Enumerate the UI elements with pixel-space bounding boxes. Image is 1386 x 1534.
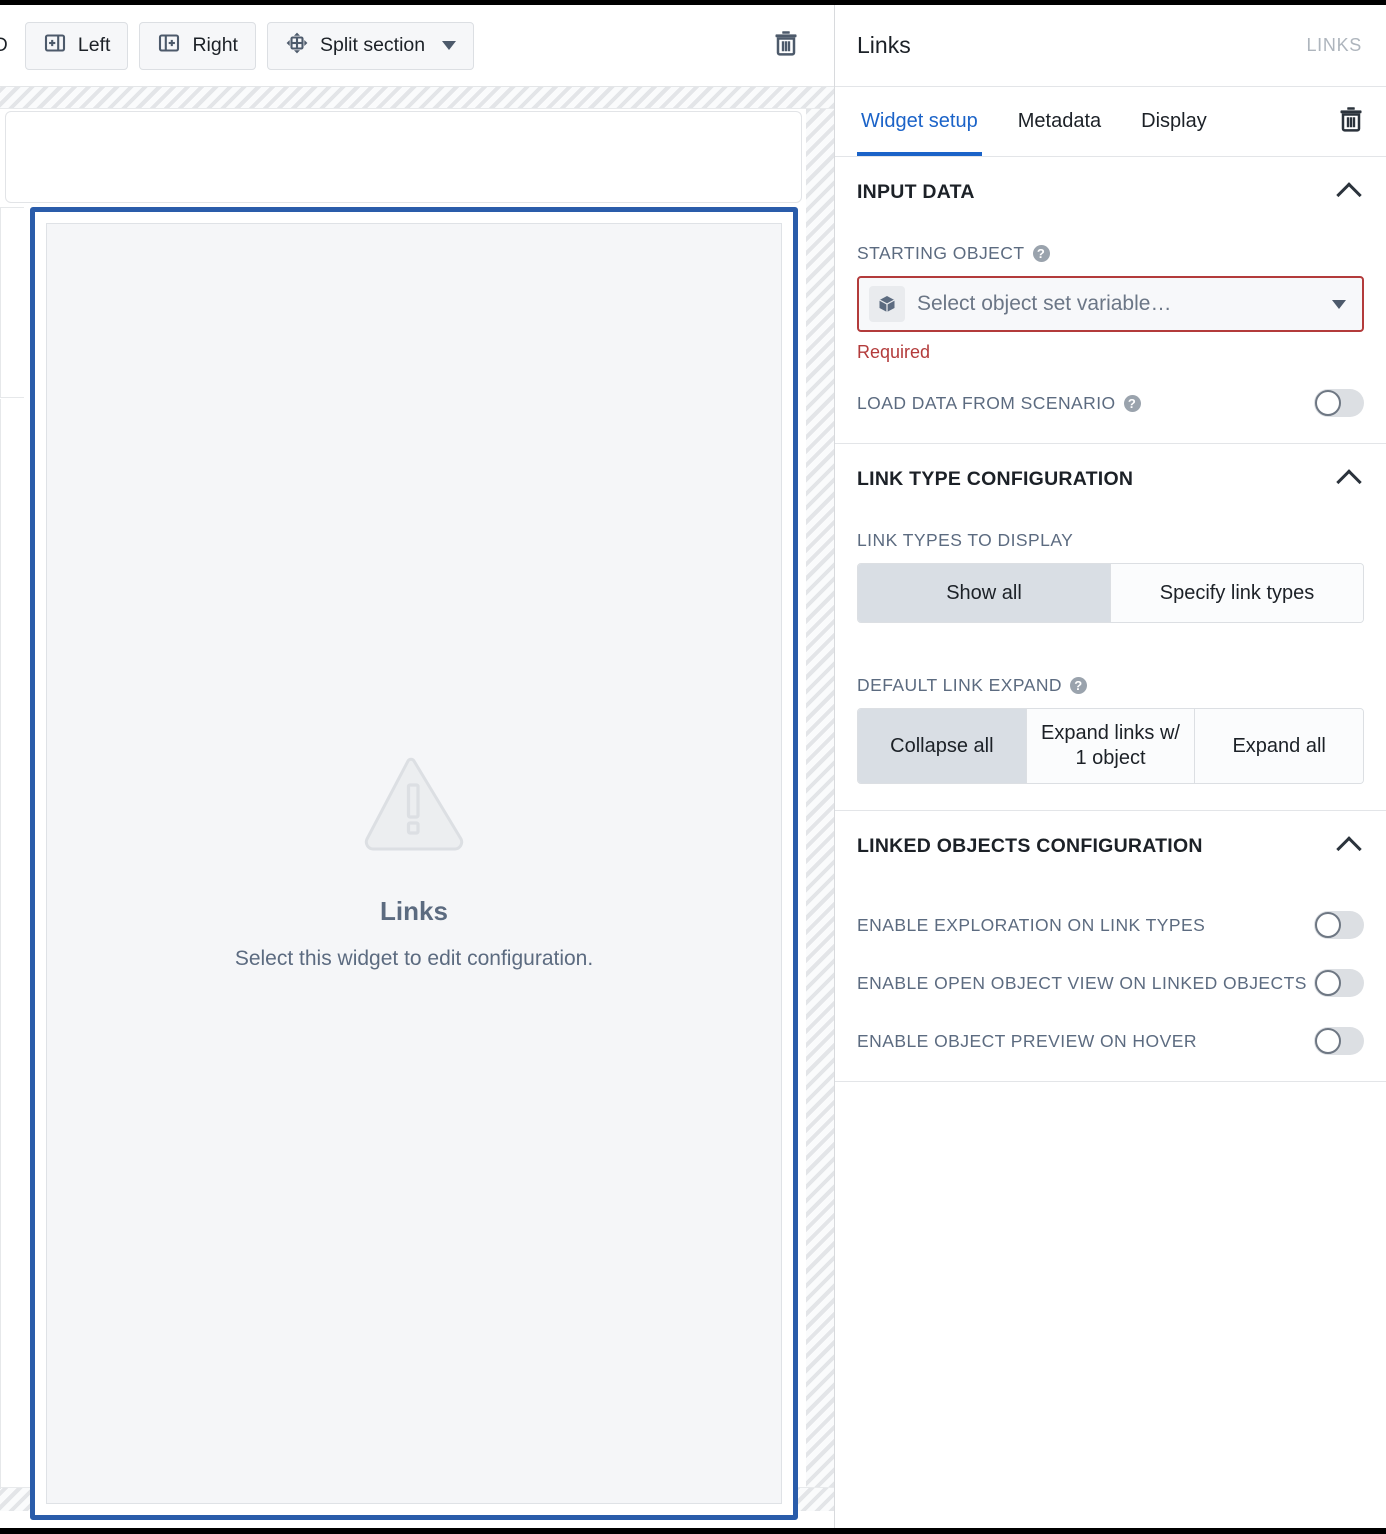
widget-config-panel: Links LINKS Widget setup Metadata Displa… <box>834 5 1386 1528</box>
load-data-from-scenario-label-text: LOAD DATA FROM SCENARIO <box>857 392 1116 413</box>
add-right-button[interactable]: Right <box>139 21 256 70</box>
panel-tabs-spacer <box>1243 87 1324 156</box>
help-icon[interactable]: ? <box>1070 677 1087 694</box>
chevron-up-icon[interactable] <box>1336 836 1362 862</box>
delete-section-button[interactable] <box>760 20 812 72</box>
add-left-button[interactable]: Left <box>24 21 129 70</box>
widget-empty-title: Links <box>380 895 448 926</box>
link-types-to-display-label: LINK TYPES TO DISPLAY <box>857 530 1364 551</box>
segment-collapse-all[interactable]: Collapse all <box>858 709 1027 783</box>
chevron-up-icon[interactable] <box>1336 469 1362 495</box>
split-section-button[interactable]: Split section <box>266 21 475 70</box>
starting-object-select[interactable]: Select object set variable… <box>857 276 1364 332</box>
chevron-up-icon[interactable] <box>1336 182 1362 208</box>
trash-icon <box>771 28 801 63</box>
window-frame-bottom <box>0 1528 1386 1534</box>
tab-metadata-label: Metadata <box>1017 110 1102 132</box>
enable-open-object-view-row: ENABLE OPEN OBJECT VIEW ON LINKED OBJECT… <box>857 969 1364 997</box>
split-section-icon <box>285 31 309 61</box>
toolbar-truncated-label: D <box>0 34 8 56</box>
tab-widget-setup[interactable]: Widget setup <box>857 87 982 156</box>
section-link-type-configuration: LINK TYPE CONFIGURATION LINK TYPES TO DI… <box>835 444 1386 811</box>
enable-exploration-on-link-types-row: ENABLE EXPLORATION ON LINK TYPES <box>857 911 1364 939</box>
add-panel-right-icon <box>157 31 181 61</box>
section-link-type-configuration-header[interactable]: LINK TYPE CONFIGURATION <box>857 444 1364 514</box>
tab-widget-setup-label: Widget setup <box>861 110 978 132</box>
page-title: Links <box>857 32 911 58</box>
enable-object-preview-on-hover-row: ENABLE OBJECT PREVIEW ON HOVER <box>857 1027 1364 1055</box>
widget-toolbar: D Left Right Split section <box>0 5 834 87</box>
starting-object-label-text: STARTING OBJECT <box>857 243 1025 263</box>
canvas-body: Links Select this widget to edit configu… <box>0 109 806 1520</box>
caret-down-icon[interactable] <box>1332 299 1346 309</box>
help-icon[interactable]: ? <box>1123 394 1141 412</box>
toggle-knob <box>1315 1028 1341 1054</box>
section-linked-objects-configuration-header[interactable]: LINKED OBJECTS CONFIGURATION <box>857 811 1364 881</box>
segment-expand-links-w-1-object[interactable]: Expand links w/ 1 object <box>1026 709 1196 783</box>
drop-zone-top[interactable] <box>0 87 834 109</box>
tab-display-label: Display <box>1141 110 1207 132</box>
widget-type-badge: LINKS <box>1306 35 1362 55</box>
link-types-to-display-segmented: Show all Specify link types <box>857 563 1364 623</box>
enable-object-preview-on-hover-toggle[interactable] <box>1314 1027 1364 1055</box>
section-linked-objects-configuration: LINKED OBJECTS CONFIGURATION ENABLE EXPL… <box>835 811 1386 1082</box>
toggle-knob <box>1315 970 1341 996</box>
segment-show-all[interactable]: Show all <box>858 564 1111 622</box>
segment-expand-all[interactable]: Expand all <box>1195 709 1363 783</box>
add-panel-left-icon <box>43 31 67 61</box>
load-data-from-scenario-label: LOAD DATA FROM SCENARIO ? <box>857 393 1141 414</box>
segment-specify-link-types[interactable]: Specify link types <box>1111 564 1363 622</box>
warning-triangle-icon <box>360 757 468 858</box>
canvas-pane: D Left Right Split section Links Select … <box>0 5 834 1528</box>
toggle-knob <box>1315 912 1341 938</box>
panel-header: Links LINKS <box>835 5 1386 87</box>
widget-canvas: Links Select this widget to edit configu… <box>46 223 782 1504</box>
enable-exploration-on-link-types-toggle[interactable] <box>1314 911 1364 939</box>
starting-object-value: Select object set variable… <box>917 292 1172 315</box>
empty-section-card[interactable] <box>5 111 802 203</box>
load-data-from-scenario-toggle[interactable] <box>1314 389 1364 417</box>
section-rail-tick-top <box>0 207 24 208</box>
section-input-data-title: INPUT DATA <box>857 180 975 203</box>
add-left-button-label: Left <box>77 33 111 56</box>
starting-object-label: STARTING OBJECT ? <box>857 243 1364 264</box>
section-rail-lower <box>0 399 1 1489</box>
default-link-expand-segmented: Collapse all Expand links w/ 1 object Ex… <box>857 708 1364 784</box>
section-input-data: INPUT DATA STARTING OBJECT ? Select obje… <box>835 157 1386 444</box>
chevron-down-icon <box>442 41 457 50</box>
tab-display[interactable]: Display <box>1137 87 1211 156</box>
delete-widget-button[interactable] <box>1324 87 1378 156</box>
help-icon[interactable]: ? <box>1032 245 1050 262</box>
section-link-type-configuration-title: LINK TYPE CONFIGURATION <box>857 467 1134 490</box>
default-link-expand-label-text: DEFAULT LINK EXPAND <box>857 675 1062 695</box>
cube-icon <box>869 286 905 322</box>
enable-exploration-on-link-types-label: ENABLE EXPLORATION ON LINK TYPES <box>857 914 1206 935</box>
enable-open-object-view-toggle[interactable] <box>1314 969 1364 997</box>
widget-empty-subtitle: Select this widget to edit configuration… <box>234 946 594 970</box>
app-window: D Left Right Split section Links Select … <box>0 0 1386 1534</box>
enable-object-preview-on-hover-label: ENABLE OBJECT PREVIEW ON HOVER <box>857 1030 1197 1051</box>
default-link-expand-label: DEFAULT LINK EXPAND ? <box>857 675 1364 696</box>
section-rail-tick-mid <box>0 397 24 398</box>
section-input-data-header[interactable]: INPUT DATA <box>857 157 1364 227</box>
tab-metadata[interactable]: Metadata <box>1014 87 1105 156</box>
add-right-button-label: Right <box>192 33 238 56</box>
load-data-from-scenario-row: LOAD DATA FROM SCENARIO ? <box>857 389 1364 417</box>
toggle-knob <box>1315 390 1341 416</box>
panel-tabs: Widget setup Metadata Display <box>835 87 1386 157</box>
selected-widget[interactable]: Links Select this widget to edit configu… <box>30 207 798 1520</box>
section-rail-upper <box>0 207 1 397</box>
widget-empty-state: Links Select this widget to edit configu… <box>47 757 781 971</box>
enable-open-object-view-label: ENABLE OPEN OBJECT VIEW ON LINKED OBJECT… <box>857 972 1307 993</box>
section-linked-objects-configuration-title: LINKED OBJECTS CONFIGURATION <box>857 834 1203 857</box>
drop-zone-right[interactable] <box>806 109 834 1487</box>
link-types-to-display-label-text: LINK TYPES TO DISPLAY <box>857 530 1074 550</box>
trash-icon <box>1336 104 1366 139</box>
starting-object-error: Required <box>857 342 931 362</box>
split-section-button-label: Split section <box>319 33 426 56</box>
